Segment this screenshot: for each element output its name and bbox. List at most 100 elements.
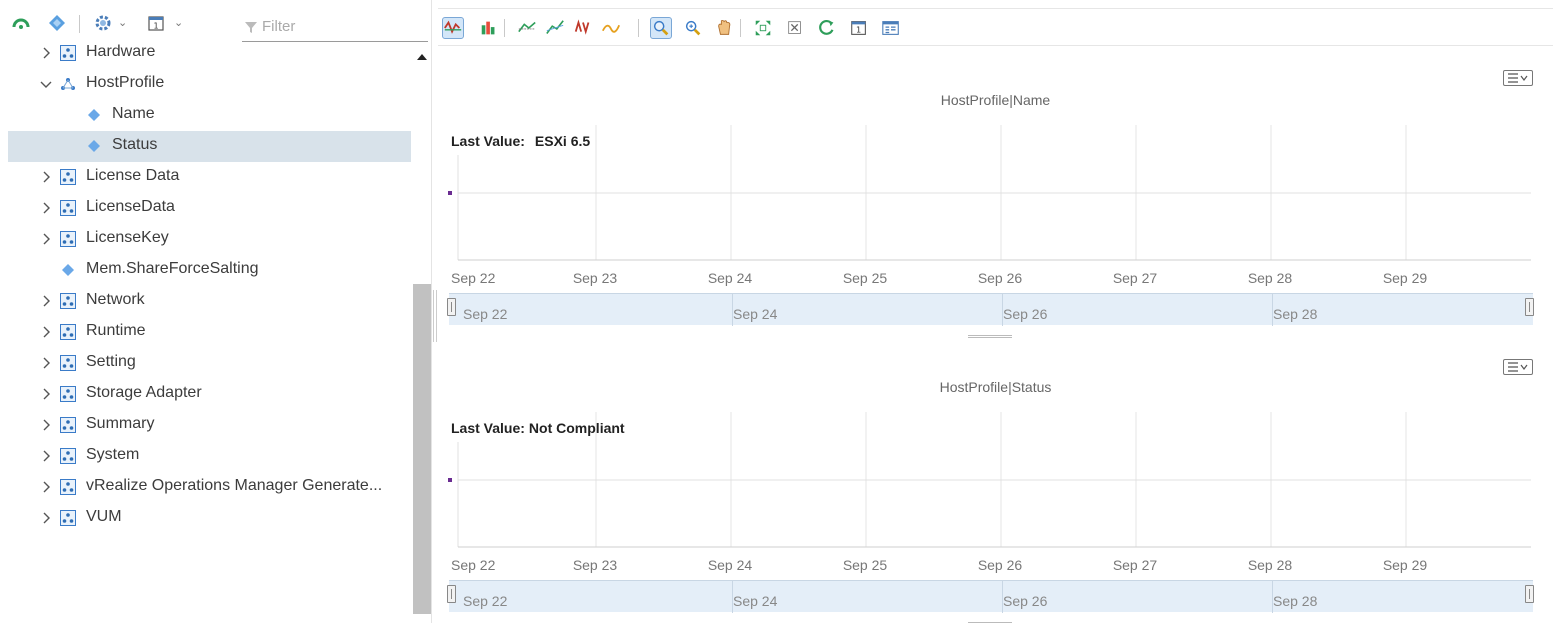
navigator-right-handle[interactable] bbox=[1525, 298, 1534, 316]
scroll-thumb[interactable] bbox=[413, 284, 431, 614]
chart-menu-button[interactable] bbox=[1503, 70, 1533, 86]
calendar-icon[interactable]: 1 bbox=[147, 14, 165, 32]
stacked-charts-icon[interactable] bbox=[442, 17, 464, 39]
filter-input[interactable]: Filter bbox=[242, 12, 428, 42]
tree-metric-item[interactable]: Mem.ShareForceSalting bbox=[8, 255, 411, 286]
navigator-tick-label: Sep 22 bbox=[463, 306, 508, 322]
x-tick-label: Sep 23 bbox=[573, 557, 618, 573]
x-tick-label: Sep 22 bbox=[451, 557, 496, 573]
x-tick-label: Sep 27 bbox=[1113, 557, 1158, 573]
tree-scrollbar[interactable] bbox=[413, 44, 431, 623]
chart-plot[interactable]: Sep 22 Sep 23 Sep 24 Sep 25 Sep 26 Sep 27 Sep … bbox=[438, 120, 1553, 295]
chevron-right-icon[interactable] bbox=[40, 202, 52, 214]
chevron-right-icon[interactable] bbox=[40, 233, 52, 245]
tree-group-item[interactable]: vRealize Operations Manager Generate... bbox=[8, 472, 411, 503]
chart-title: HostProfile|Status bbox=[939, 379, 1052, 395]
show-chart-values-icon[interactable] bbox=[600, 17, 622, 39]
navigator-right-handle[interactable] bbox=[1525, 585, 1534, 603]
chevron-right-icon[interactable] bbox=[40, 450, 52, 462]
chevron-down-icon[interactable]: ⌄ bbox=[118, 16, 127, 29]
tree-item-label: System bbox=[86, 446, 140, 463]
group-node-icon bbox=[60, 386, 76, 402]
metric-picker-toolbar: ⌄ 1 ⌄ Filter bbox=[0, 0, 432, 44]
group-node-icon bbox=[60, 45, 76, 61]
time-range-navigator[interactable]: Sep 22 Sep 24 Sep 26 Sep 28 bbox=[447, 580, 1534, 613]
filter-placeholder: Filter bbox=[262, 18, 296, 35]
tree-group-item[interactable]: LicenseKey bbox=[8, 224, 411, 255]
group-node-icon bbox=[60, 448, 76, 464]
x-tick-label: Sep 22 bbox=[451, 270, 496, 286]
tree-item-label: VUM bbox=[86, 508, 122, 525]
tree-group-item[interactable]: Hardware bbox=[8, 42, 411, 69]
group-node-icon bbox=[60, 479, 76, 495]
fit-all-icon[interactable] bbox=[752, 17, 774, 39]
chevron-right-icon[interactable] bbox=[40, 326, 52, 338]
zoom-view-icon[interactable] bbox=[682, 17, 704, 39]
pan-icon[interactable] bbox=[714, 17, 736, 39]
trend-line-icon[interactable] bbox=[516, 17, 538, 39]
chevron-down-icon[interactable]: ⌄ bbox=[174, 16, 183, 29]
tree-item-label: Status bbox=[112, 136, 158, 153]
group-node-icon bbox=[60, 169, 76, 185]
dynamic-threshold-icon[interactable] bbox=[544, 17, 566, 39]
group-node-icon bbox=[61, 78, 75, 90]
tree-group-item[interactable]: Storage Adapter bbox=[8, 379, 411, 410]
tree-group-item[interactable]: System bbox=[8, 441, 411, 472]
scroll-up-arrow-icon[interactable] bbox=[417, 54, 427, 60]
show-outliers-icon[interactable] bbox=[572, 17, 594, 39]
tree-group-item[interactable]: License Data bbox=[8, 162, 411, 193]
tree-metric-item[interactable]: Name bbox=[8, 100, 411, 131]
chevron-right-icon[interactable] bbox=[40, 481, 52, 493]
chart-panel-area: 1 HostProfile|Name Last Value: ESXi 6.5 Sep… bbox=[438, 0, 1553, 623]
data-point-marker[interactable] bbox=[448, 478, 452, 482]
metric-chart-panel: HostProfile|Name Last Value: ESXi 6.5 Sep 2… bbox=[438, 50, 1553, 340]
tree-item-label: Runtime bbox=[86, 322, 146, 339]
health-tree-icon[interactable] bbox=[12, 14, 30, 32]
metric-leaf-icon bbox=[88, 109, 100, 121]
tree-group-item[interactable]: Setting bbox=[8, 348, 411, 379]
x-tick-label: Sep 27 bbox=[1113, 270, 1158, 286]
date-controls-icon[interactable]: 1 bbox=[848, 17, 870, 39]
x-tick-label: Sep 26 bbox=[978, 557, 1023, 573]
navigator-left-handle[interactable] bbox=[447, 298, 456, 316]
chevron-right-icon[interactable] bbox=[40, 419, 52, 431]
tree-group-item[interactable]: LicenseData bbox=[8, 193, 411, 224]
generate-dashboard-icon[interactable] bbox=[880, 17, 902, 39]
refresh-icon[interactable] bbox=[816, 17, 838, 39]
chevron-right-icon[interactable] bbox=[40, 388, 52, 400]
chart-menu-icon bbox=[1508, 73, 1528, 83]
tree-group-item[interactable]: Summary bbox=[8, 410, 411, 441]
navigator-tick-label: Sep 24 bbox=[733, 593, 778, 609]
chart-plot[interactable]: Sep 22 Sep 23 Sep 24 Sep 25 Sep 26 Sep 27 Sep … bbox=[438, 407, 1553, 582]
chevron-right-icon[interactable] bbox=[40, 295, 52, 307]
navigator-tick-label: Sep 26 bbox=[1003, 593, 1048, 609]
panel-splitter[interactable] bbox=[433, 290, 437, 342]
chevron-right-icon[interactable] bbox=[40, 171, 52, 183]
tree-item-label: Setting bbox=[86, 353, 136, 370]
chevron-down-icon[interactable] bbox=[40, 78, 52, 90]
tree-group-item[interactable]: Runtime bbox=[8, 317, 411, 348]
x-tick-label: Sep 28 bbox=[1248, 557, 1293, 573]
chevron-right-icon[interactable] bbox=[40, 512, 52, 524]
group-node-icon bbox=[60, 231, 76, 247]
bar-chart-icon[interactable] bbox=[478, 17, 500, 39]
tree-group-item[interactable]: HostProfile bbox=[8, 69, 411, 100]
settings-gear-icon[interactable] bbox=[94, 14, 112, 32]
tree-item-label: Network bbox=[86, 291, 145, 308]
tree-item-label: Storage Adapter bbox=[86, 384, 202, 401]
data-point-marker[interactable] bbox=[448, 191, 452, 195]
chevron-right-icon[interactable] bbox=[40, 357, 52, 369]
tree-group-item[interactable]: VUM bbox=[8, 503, 411, 534]
remove-all-icon[interactable] bbox=[784, 17, 806, 39]
time-range-navigator[interactable]: Sep 22 Sep 24 Sep 26 Sep 28 bbox=[447, 293, 1534, 326]
tree-metric-item[interactable]: Status bbox=[8, 131, 411, 162]
chart-toolbar: 1 bbox=[438, 8, 1553, 46]
navigator-left-handle[interactable] bbox=[447, 585, 456, 603]
metrics-view: ⌄ 1 ⌄ Filter Hardware HostProfile Name Stat… bbox=[0, 0, 1553, 623]
chart-menu-button[interactable] bbox=[1503, 359, 1533, 375]
tree-group-item[interactable]: Network bbox=[8, 286, 411, 317]
svg-text:1: 1 bbox=[153, 22, 158, 31]
chevron-right-icon[interactable] bbox=[40, 47, 52, 59]
metric-tree-icon[interactable] bbox=[48, 14, 66, 32]
zoom-to-fit-icon[interactable] bbox=[650, 17, 672, 39]
